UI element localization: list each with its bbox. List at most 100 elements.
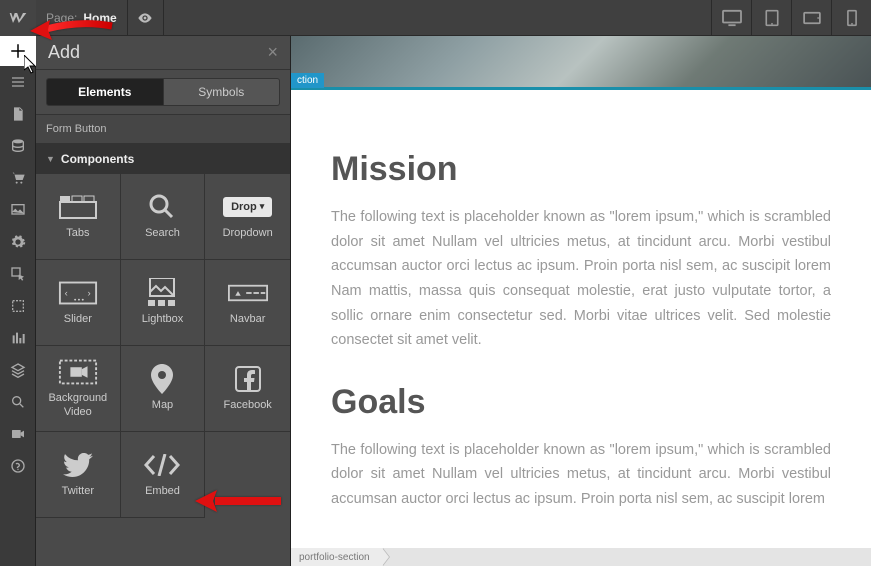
- component-label: Dropdown: [223, 227, 273, 240]
- tab-elements[interactable]: Elements: [46, 78, 164, 106]
- breadcrumb-item[interactable]: portfolio-section: [291, 548, 382, 566]
- panel-title: Add: [48, 42, 267, 63]
- svg-text:‹: ‹: [64, 288, 67, 299]
- selection-badge: ction: [291, 73, 324, 88]
- top-bar: Page: Home: [0, 0, 871, 36]
- embed-icon: [142, 451, 182, 479]
- eye-icon: [137, 10, 153, 26]
- bgvideo-icon: [58, 358, 98, 386]
- pages-button[interactable]: [0, 98, 36, 130]
- component-label: Twitter: [62, 485, 94, 498]
- heading-goals[interactable]: Goals: [331, 383, 831, 422]
- chevron-down-icon: ▼: [46, 154, 55, 164]
- assets-button[interactable]: [0, 194, 36, 226]
- tablet-icon: [764, 9, 780, 27]
- search-icon: [142, 193, 182, 221]
- settings-button[interactable]: [0, 226, 36, 258]
- facebook-icon: [228, 365, 268, 393]
- video-icon: [10, 426, 26, 442]
- interactions-button[interactable]: [0, 258, 36, 290]
- embed-component[interactable]: Embed: [121, 432, 206, 518]
- database-icon: [10, 138, 26, 154]
- panel-tabs: Elements Symbols: [36, 70, 290, 114]
- facebook-component[interactable]: Facebook: [205, 346, 290, 432]
- component-label: Map: [152, 399, 173, 412]
- components-section-header[interactable]: ▼ Components: [36, 144, 290, 174]
- image-icon: [10, 202, 26, 218]
- lightbox-component[interactable]: Lightbox: [121, 260, 206, 346]
- component-label: Navbar: [230, 313, 265, 326]
- page-selector[interactable]: Page: Home: [36, 0, 128, 35]
- preview-button[interactable]: [128, 0, 164, 36]
- navigator-button[interactable]: [0, 66, 36, 98]
- heading-mission[interactable]: Mission: [331, 150, 831, 189]
- device-desktop[interactable]: [711, 0, 751, 35]
- component-label: Search: [145, 227, 180, 240]
- close-panel-button[interactable]: ×: [267, 42, 278, 63]
- twitter-component[interactable]: Twitter: [36, 432, 121, 518]
- bgvideo-component[interactable]: Background Video: [36, 346, 121, 432]
- device-tablet-landscape[interactable]: [791, 0, 831, 35]
- cart-icon: [10, 170, 26, 186]
- page-label: Page:: [46, 11, 77, 25]
- section-label: Components: [61, 152, 134, 166]
- cursor-box-icon: [10, 266, 26, 282]
- add-panel: Add × Elements Symbols Form Button ▼ Com…: [36, 36, 291, 566]
- breadcrumb-bar: portfolio-section: [291, 548, 871, 566]
- audit-button[interactable]: [0, 322, 36, 354]
- navbar-component[interactable]: Navbar: [205, 260, 290, 346]
- paragraph-mission[interactable]: The following text is placeholder known …: [331, 205, 831, 353]
- twitter-icon: [58, 451, 98, 479]
- list-icon: [10, 74, 26, 90]
- page-name: Home: [83, 11, 116, 25]
- component-label: Facebook: [224, 399, 272, 412]
- selector-button[interactable]: [0, 290, 36, 322]
- mobile-icon: [846, 9, 858, 27]
- navbar-icon: [228, 279, 268, 307]
- tab-symbols[interactable]: Symbols: [164, 78, 281, 106]
- layers-icon: [10, 362, 26, 378]
- slider-component[interactable]: ‹› Slider: [36, 260, 121, 346]
- plus-icon: [9, 42, 27, 60]
- tabs-component[interactable]: Tabs: [36, 174, 121, 260]
- components-grid: Tabs Search Drop▾ Dropdown ‹› Slider Lig…: [36, 174, 290, 518]
- video-button[interactable]: [0, 418, 36, 450]
- map-component[interactable]: Map: [121, 346, 206, 432]
- dropdown-icon: Drop▾: [228, 193, 268, 221]
- help-button[interactable]: [0, 450, 36, 482]
- search-component[interactable]: Search: [121, 174, 206, 260]
- add-elements-button[interactable]: [0, 36, 36, 66]
- layers-button[interactable]: [0, 354, 36, 386]
- content-section[interactable]: Mission The following text is placeholde…: [291, 90, 871, 548]
- device-switcher: [711, 0, 871, 35]
- component-label: Slider: [64, 313, 92, 326]
- desktop-icon: [721, 9, 743, 27]
- lightbox-icon: [142, 279, 182, 307]
- ecommerce-button[interactable]: [0, 162, 36, 194]
- marquee-icon: [10, 298, 26, 314]
- cms-button[interactable]: [0, 130, 36, 162]
- paragraph-goals[interactable]: The following text is placeholder known …: [331, 438, 831, 512]
- form-button-row[interactable]: Form Button: [36, 114, 290, 144]
- hero-image-section[interactable]: ction: [291, 36, 871, 90]
- component-label: Lightbox: [142, 313, 184, 326]
- bars-icon: [10, 330, 26, 346]
- dropdown-component[interactable]: Drop▾ Dropdown: [205, 174, 290, 260]
- gear-icon: [10, 234, 26, 250]
- left-rail: [0, 36, 36, 566]
- map-pin-icon: [142, 365, 182, 393]
- search-icon: [10, 394, 26, 410]
- design-canvas[interactable]: ction Mission The following text is plac…: [291, 36, 871, 548]
- panel-header: Add ×: [36, 36, 290, 70]
- device-tablet[interactable]: [751, 0, 791, 35]
- page-icon: [10, 106, 26, 122]
- component-label: Background Video: [48, 392, 107, 418]
- tablet-landscape-icon: [802, 11, 822, 25]
- webflow-logo[interactable]: [0, 0, 36, 36]
- tabs-icon: [58, 193, 98, 221]
- svg-text:›: ›: [87, 288, 90, 299]
- component-label: Embed: [145, 485, 180, 498]
- search-button[interactable]: [0, 386, 36, 418]
- device-mobile[interactable]: [831, 0, 871, 35]
- slider-icon: ‹›: [58, 279, 98, 307]
